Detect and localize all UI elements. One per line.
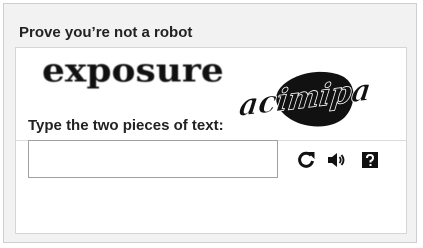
captcha-widget: Prove you’re not a robot exposure acimip… bbox=[3, 3, 417, 243]
captcha-answer-input[interactable] bbox=[28, 140, 278, 178]
instruction-label: Type the two pieces of text: bbox=[28, 117, 224, 134]
help-icon[interactable] bbox=[360, 150, 380, 170]
captcha-word-1: exposure bbox=[42, 54, 224, 90]
refresh-icon[interactable] bbox=[296, 150, 316, 170]
widget-title: Prove you’re not a robot bbox=[19, 24, 193, 41]
speaker-icon[interactable] bbox=[326, 150, 346, 170]
